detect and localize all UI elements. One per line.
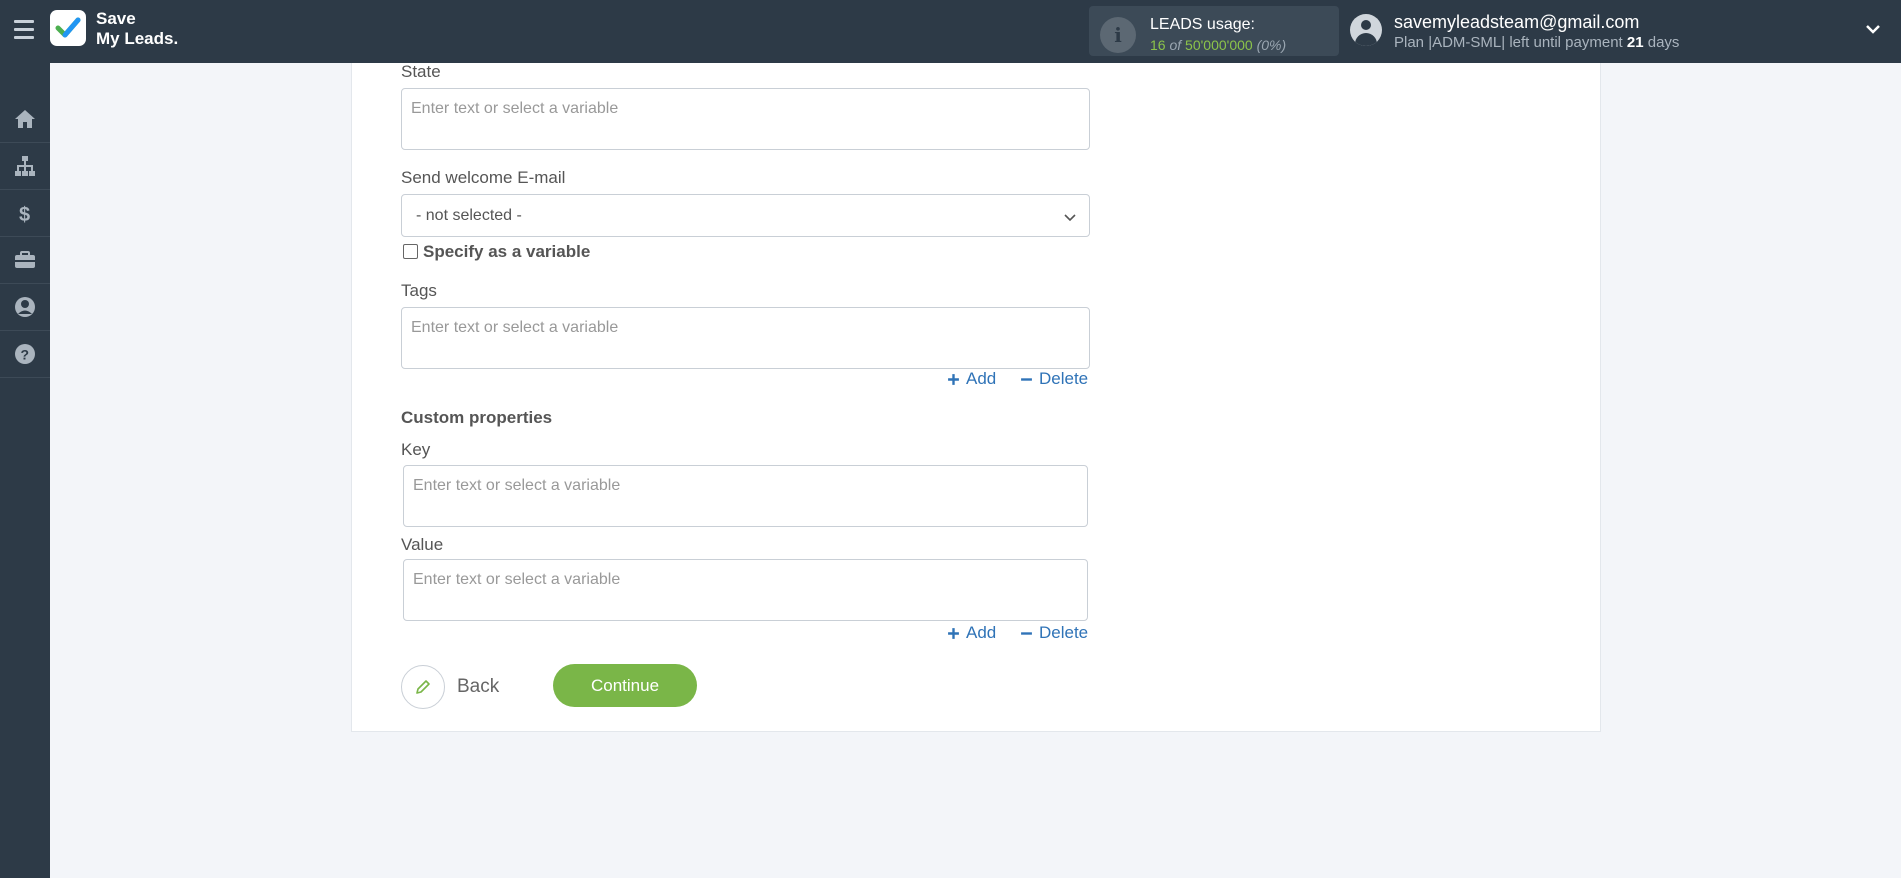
sidebar-item-connections[interactable] <box>0 143 50 190</box>
logo-line1: Save <box>96 9 136 28</box>
properties-add-label: Add <box>966 623 997 642</box>
sidebar-item-home[interactable] <box>0 96 50 143</box>
chevron-down-icon <box>1064 214 1076 222</box>
welcome-email-select[interactable]: - not selected - <box>401 194 1090 237</box>
tags-delete-button[interactable]: Delete <box>1020 369 1088 389</box>
plan-suffix: days <box>1647 34 1680 51</box>
svg-text:?: ? <box>21 347 30 363</box>
plus-icon <box>948 373 959 385</box>
custom-properties-label: Custom properties <box>401 408 553 427</box>
tags-delete-label: Delete <box>1039 369 1089 388</box>
avatar[interactable] <box>1350 14 1382 46</box>
usage-percent: (0%) <box>1256 37 1287 53</box>
plus-icon <box>948 627 959 639</box>
briefcase-icon <box>15 251 35 268</box>
info-icon: i <box>1100 17 1136 53</box>
welcome-email-label: Send welcome E-mail <box>401 168 566 187</box>
specify-variable-checkbox[interactable] <box>403 244 418 259</box>
menu-icon[interactable] <box>14 20 34 42</box>
logo-icon[interactable] <box>50 10 86 46</box>
state-input[interactable]: Enter text or select a variable <box>401 88 1090 150</box>
usage-counter: 16 of 50'000'000 (0%) <box>1150 37 1286 53</box>
tags-input[interactable]: Enter text or select a variable <box>401 307 1090 369</box>
sidebar-item-account[interactable] <box>0 284 50 331</box>
tags-add-label: Add <box>966 369 997 388</box>
key-input[interactable]: Enter text or select a variable <box>403 465 1088 527</box>
chevron-down-icon[interactable] <box>1866 22 1880 36</box>
help-icon: ? <box>15 344 35 364</box>
tags-label: Tags <box>401 281 437 300</box>
minus-icon <box>1021 631 1032 635</box>
back-label: Back <box>457 675 500 697</box>
value-label: Value <box>401 535 444 554</box>
sidebar-item-help[interactable]: ? <box>0 331 50 378</box>
welcome-email-value: - not selected - <box>416 207 522 224</box>
properties-add-button[interactable]: Add <box>947 623 996 643</box>
minus-icon <box>1021 377 1032 381</box>
user-email[interactable]: savemyleadsteam@gmail.com <box>1394 12 1639 33</box>
top-bar: Save My Leads. i LEADS usage: 16 of 50'0… <box>0 0 1901 63</box>
sidebar-item-billing[interactable]: $ <box>0 190 50 237</box>
user-icon <box>15 297 35 317</box>
plan-days: 21 <box>1626 34 1644 51</box>
sitemap-icon <box>15 156 35 176</box>
tags-add-button[interactable]: Add <box>947 369 996 389</box>
logo-line2: My Leads <box>96 29 174 48</box>
plan-info: Plan |ADM-SML| left until payment 21 day… <box>1394 34 1679 51</box>
logo-dot: . <box>173 29 179 48</box>
sidebar-item-tools[interactable] <box>0 237 50 284</box>
state-label: State <box>401 62 441 81</box>
dollar-icon: $ <box>19 204 30 225</box>
leads-usage-panel: i LEADS usage: 16 of 50'000'000 (0%) <box>1089 6 1339 56</box>
logo-text[interactable]: Save My Leads. <box>96 9 178 49</box>
value-input[interactable]: Enter text or select a variable <box>403 559 1088 621</box>
back-button[interactable]: Back <box>401 664 499 709</box>
usage-count: 16 <box>1150 37 1166 53</box>
continue-button[interactable]: Continue <box>553 664 697 707</box>
usage-of: of <box>1169 37 1182 53</box>
properties-delete-button[interactable]: Delete <box>1020 623 1088 643</box>
pencil-icon <box>401 664 445 709</box>
properties-delete-label: Delete <box>1039 623 1089 642</box>
usage-total: 50'000'000 <box>1185 37 1253 53</box>
sidebar: $ ? <box>0 63 50 878</box>
svg-text:$: $ <box>19 204 30 225</box>
specify-variable-label[interactable]: Specify as a variable <box>423 242 590 262</box>
home-icon <box>15 110 35 128</box>
key-label: Key <box>401 440 431 459</box>
usage-title: LEADS usage: <box>1150 16 1255 33</box>
plan-prefix: Plan |ADM-SML| left until payment <box>1394 34 1623 51</box>
